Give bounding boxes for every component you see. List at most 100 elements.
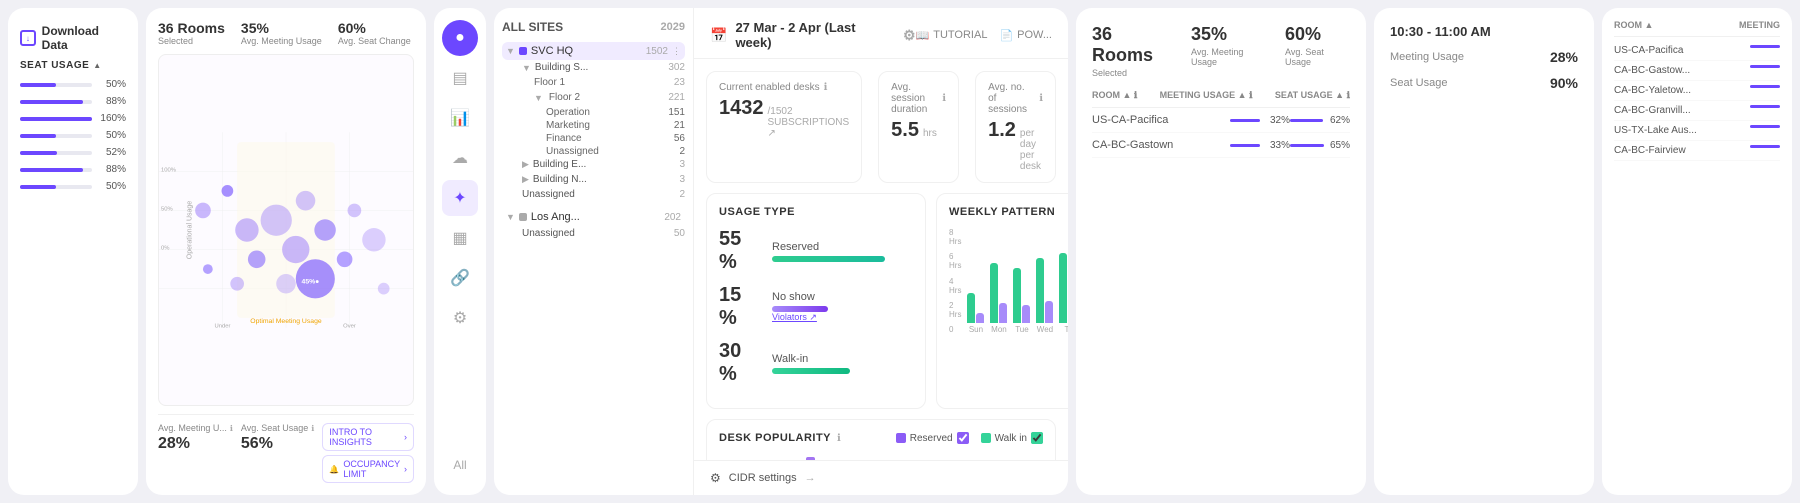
usage-walkin-row: 30 % Walk-in bbox=[719, 340, 913, 386]
usage-pct-label: 160% bbox=[98, 113, 126, 124]
usage-bar-bg bbox=[20, 134, 92, 138]
y-4hrs: 4 Hrs bbox=[949, 277, 961, 295]
list-item bbox=[806, 457, 815, 460]
site-item-losangeles[interactable]: ▼ Los Ang... 202 bbox=[502, 208, 685, 226]
p7-room-name: US-CA-Pacifica bbox=[1614, 45, 1750, 56]
right-stats-panel: 36 Rooms Selected 35% Avg. Meeting Usage… bbox=[1076, 8, 1366, 495]
meeting-usage-value: 28% bbox=[1550, 49, 1578, 65]
intro-insights-button[interactable]: INTRO TO INSIGHTS › bbox=[322, 423, 414, 451]
usage-row: 160% bbox=[20, 113, 126, 124]
reserved-bar bbox=[772, 256, 885, 262]
date-range[interactable]: 📅 27 Mar - 2 Apr (Last week) ⚙ bbox=[710, 20, 916, 50]
usage-pct-label: 50% bbox=[98, 130, 126, 141]
site-item-la-unassigned[interactable]: Unassigned 50 bbox=[502, 226, 685, 241]
nav-icon-settings[interactable]: ⚙ bbox=[442, 300, 478, 336]
col-meeting: MEETING USAGE ▲ ℹ bbox=[1160, 90, 1253, 101]
usage-row: 88% bbox=[20, 96, 126, 107]
list-item: CA-BC-Granvill... bbox=[1614, 101, 1780, 121]
seat-usage-value: 90% bbox=[1550, 75, 1578, 91]
meeting-usage-row: Meeting Usage 28% bbox=[1390, 49, 1578, 65]
y-axis-label: Operational Usage bbox=[187, 201, 194, 259]
legend-reserved-checkbox[interactable] bbox=[957, 432, 969, 444]
mon-teal-bar bbox=[990, 263, 998, 323]
mon-purple-bar bbox=[999, 303, 1007, 323]
usage-rows: 50% 88% 160% 50% 52% 88% bbox=[20, 79, 126, 192]
dept-operation-count: 151 bbox=[668, 107, 685, 118]
usage-type-title: USAGE TYPE bbox=[719, 206, 913, 218]
usage-bar-bg bbox=[20, 100, 92, 104]
site-item-svchq[interactable]: ▼ SVC HQ 1502 ⋮ bbox=[502, 42, 685, 60]
nav-icon-home[interactable]: ● bbox=[442, 20, 478, 56]
time-slot-panel: 10:30 - 11:00 AM Meeting Usage 28% Seat … bbox=[1374, 8, 1594, 495]
reserved-info: Reserved bbox=[772, 241, 913, 262]
site-item-building-n[interactable]: ▶ Building N... 3 bbox=[502, 172, 685, 187]
building-s-count: 302 bbox=[668, 62, 685, 73]
svg-text:0%: 0% bbox=[161, 246, 169, 252]
desk-pop-chart bbox=[719, 452, 1043, 460]
la-unassigned-count: 50 bbox=[674, 228, 685, 239]
gear-icon[interactable]: ⚙ bbox=[903, 27, 916, 44]
p7-room-name: CA-BC-Yaletow... bbox=[1614, 85, 1750, 96]
download-data-button[interactable]: ↓ Download Data bbox=[20, 24, 126, 52]
legend-walkin-checkbox[interactable] bbox=[1031, 432, 1043, 444]
site-item-building-e[interactable]: ▶ Building E... 3 bbox=[502, 157, 685, 172]
seat-usage-header: SEAT USAGE ▲ bbox=[20, 60, 126, 71]
tutorial-button[interactable]: 📖 TUTORIAL bbox=[916, 29, 988, 42]
site-item-unassigned-svchq[interactable]: Unassigned 2 bbox=[502, 187, 685, 202]
y-2hrs: 2 Hrs bbox=[949, 301, 961, 319]
nav-icon-cloud[interactable]: ☁ bbox=[442, 140, 478, 176]
nav-icon-grid[interactable]: ▤ bbox=[442, 60, 478, 96]
wed-label: Wed bbox=[1037, 325, 1053, 334]
list-item: CA-BC-Gastow... bbox=[1614, 61, 1780, 81]
list-item: CA-BC-Fairview bbox=[1614, 141, 1780, 161]
list-item: US-CA-Pacifica bbox=[1614, 41, 1780, 61]
bar-fill bbox=[1230, 144, 1260, 147]
cidr-footer: ⚙ CIDR settings → bbox=[694, 460, 1068, 495]
nav-icon-cloud2[interactable]: 🔗 bbox=[442, 260, 478, 296]
nav-icon-bulb[interactable]: ✦ bbox=[442, 180, 478, 216]
dept-unassigned-name: Unassigned bbox=[546, 146, 599, 157]
la-bullet bbox=[519, 213, 527, 221]
rooms-table-header: ROOM ▲ ℹ MEETING USAGE ▲ ℹ SEAT USAGE ▲ … bbox=[1092, 90, 1350, 108]
mon-label: Mon bbox=[991, 325, 1007, 334]
dept-marketing[interactable]: Marketing 21 bbox=[502, 118, 685, 131]
usage-bar-fill bbox=[20, 185, 56, 189]
weekly-bars: Sun Mon bbox=[967, 228, 1068, 348]
chevron-building-s: ▼ bbox=[522, 63, 531, 73]
seat-usage-row: Seat Usage 90% bbox=[1390, 75, 1578, 91]
nav-icon-table[interactable]: ▦ bbox=[442, 220, 478, 256]
site-item-floor2[interactable]: ▼ Floor 2 221 bbox=[502, 90, 685, 105]
metric-session-value-row: 5.5 hrs bbox=[891, 119, 946, 142]
nav-icon-chart[interactable]: 📊 bbox=[442, 100, 478, 136]
floor1-name: Floor 1 bbox=[534, 77, 670, 88]
nav-icon-user[interactable]: All bbox=[442, 447, 478, 483]
room-seat-bar-gastown: 65% bbox=[1290, 140, 1350, 151]
seat-pct: 62% bbox=[1327, 115, 1350, 126]
bubble-chart-svg: Optimal Meeting Usage 45%● 100% 50% 0% bbox=[159, 55, 413, 405]
metric-card-desks: Current enabled desks ℹ 1432 /1502 SUBSC… bbox=[706, 71, 862, 183]
usage-pct-label: 88% bbox=[98, 164, 126, 175]
cidr-label: CIDR settings bbox=[729, 472, 797, 484]
main-header: 📅 27 Mar - 2 Apr (Last week) ⚙ 📖 TUTORIA… bbox=[694, 8, 1068, 59]
occupancy-limit-button[interactable]: 🔔 OCCUPANCY LIMIT › bbox=[322, 455, 414, 483]
dept-finance[interactable]: Finance 56 bbox=[502, 131, 685, 144]
all-sites-label[interactable]: ALL SITES bbox=[502, 20, 563, 34]
sun-label: Sun bbox=[969, 325, 983, 334]
pow-button[interactable]: 📄 POW... bbox=[999, 29, 1052, 42]
footer-avg-seat: Avg. Seat Usage ℹ 56% bbox=[241, 423, 314, 483]
site-options-svchq[interactable]: ⋮ bbox=[672, 46, 681, 57]
violators-link[interactable]: Violators ↗ bbox=[772, 312, 913, 323]
la-unassigned-name: Unassigned bbox=[522, 228, 670, 239]
walkin-pct: 30 % bbox=[719, 340, 764, 386]
walkin-info: Walk-in bbox=[772, 353, 913, 374]
site-item-floor1[interactable]: Floor 1 23 bbox=[502, 75, 685, 90]
metric-desks-title: Current enabled desks ℹ bbox=[719, 82, 849, 93]
reserved-pct: 55 % bbox=[719, 228, 764, 274]
footer-avg-meeting: Avg. Meeting U... ℹ 28% bbox=[158, 423, 233, 483]
dept-unassigned[interactable]: Unassigned 2 bbox=[502, 144, 685, 157]
bubble-chart-panel: 36 Rooms Selected 35% Avg. Meeting Usage… bbox=[146, 8, 426, 495]
site-item-building-s[interactable]: ▼ Building S... 302 bbox=[502, 60, 685, 75]
p7-room-name: CA-BC-Granvill... bbox=[1614, 105, 1750, 116]
dept-operation[interactable]: Operation 151 bbox=[502, 105, 685, 118]
thu-teal-bar bbox=[1059, 253, 1067, 323]
